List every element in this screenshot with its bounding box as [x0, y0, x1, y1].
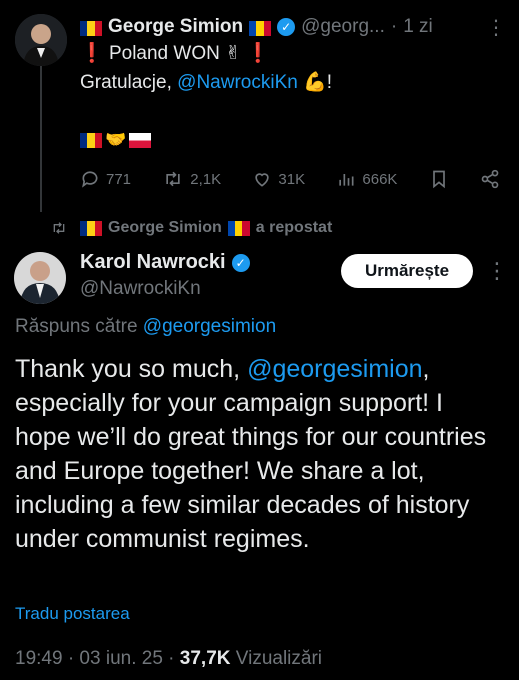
bookmark-icon: [432, 170, 445, 189]
victory-hand-icon: ✌: [225, 43, 242, 64]
tweet-text: ❗ Poland WON ✌ ❗ Gratulacje, @NawrockiKn…: [80, 41, 332, 96]
avatar-george-simion[interactable]: [15, 14, 67, 66]
tweet-line-2: Gratulacje, @NawrockiKn 💪!: [80, 72, 333, 93]
action-bar: 771 2,1K 31K 666K: [80, 167, 500, 191]
repost-note: George Simion a repostat: [50, 219, 332, 237]
author-handle[interactable]: @georg...: [301, 16, 385, 38]
mention-link[interactable]: @NawrockiKn: [177, 72, 298, 93]
exclamation-icon: ❗: [80, 43, 104, 64]
main-author-name[interactable]: Karol Nawrocki: [80, 251, 226, 274]
romania-flag-icon: [80, 20, 102, 36]
author-name[interactable]: George Simion: [108, 16, 243, 38]
verified-icon: ✓: [277, 18, 296, 36]
share-icon: [481, 169, 499, 189]
like-button[interactable]: 31K: [252, 169, 305, 189]
poland-flag-icon: [129, 132, 152, 148]
handshake-icon: 🤝: [105, 130, 127, 149]
avatar-image: [15, 14, 67, 66]
moldova-flag-icon: [249, 20, 272, 36]
views-icon: [339, 174, 354, 186]
repost-author[interactable]: George Simion: [108, 219, 222, 237]
tweet-line-1: ❗ Poland WON ✌ ❗: [80, 43, 270, 64]
share-button[interactable]: [480, 169, 500, 189]
main-author-handle[interactable]: @NawrockiKn: [80, 278, 201, 300]
romania-flag-icon: [80, 132, 102, 148]
timestamp-row: 19:49 · 03 iun. 25 · 37,7K Vizualizări: [15, 648, 322, 670]
reply-icon: [82, 171, 98, 188]
tweet-time[interactable]: 1 zi: [403, 16, 433, 38]
repost-icon: [166, 171, 180, 187]
views-button[interactable]: 666K: [336, 169, 397, 189]
repost-icon: [53, 222, 65, 234]
views-count: 37,7K: [179, 648, 231, 669]
more-icon[interactable]: ⋮: [486, 15, 507, 40]
replying-to: Răspuns către @georgesimion: [15, 316, 277, 337]
repost-suffix: a repostat: [255, 219, 333, 236]
avatar-karol-nawrocki[interactable]: [14, 252, 66, 304]
romania-flag-icon: [80, 220, 102, 236]
timestamp[interactable]: 19:49 · 03 iun. 25 ·: [15, 648, 180, 669]
emoji-line: 🤝: [80, 130, 152, 150]
main-author-name-row: Karol Nawrocki ✓: [80, 251, 250, 274]
bookmark-button[interactable]: [429, 169, 449, 189]
replying-handle-link[interactable]: @georgesimion: [143, 316, 276, 337]
body-mention-link[interactable]: @georgesimion: [247, 355, 422, 383]
views-label: Vizualizări: [230, 648, 323, 669]
repost-button[interactable]: 2,1K: [162, 169, 221, 189]
like-icon: [255, 173, 270, 187]
translate-link[interactable]: Tradu postarea: [15, 604, 130, 624]
moldova-flag-icon: [227, 220, 250, 236]
more-icon[interactable]: ⋮: [486, 258, 508, 284]
tweet-header: George Simion ✓ @georg... · 1 zi ⋮: [80, 15, 507, 39]
thread-line: [40, 66, 42, 212]
main-tweet-body: Thank you so much, @georgesimion, especi…: [15, 355, 487, 553]
verified-icon: ✓: [231, 253, 250, 272]
follow-button[interactable]: Urmărește: [341, 254, 473, 288]
exclamation-icon: ❗: [246, 43, 270, 64]
flexed-biceps-icon: 💪: [303, 72, 327, 93]
avatar-image: [14, 252, 66, 304]
reply-button[interactable]: 771: [80, 169, 131, 189]
